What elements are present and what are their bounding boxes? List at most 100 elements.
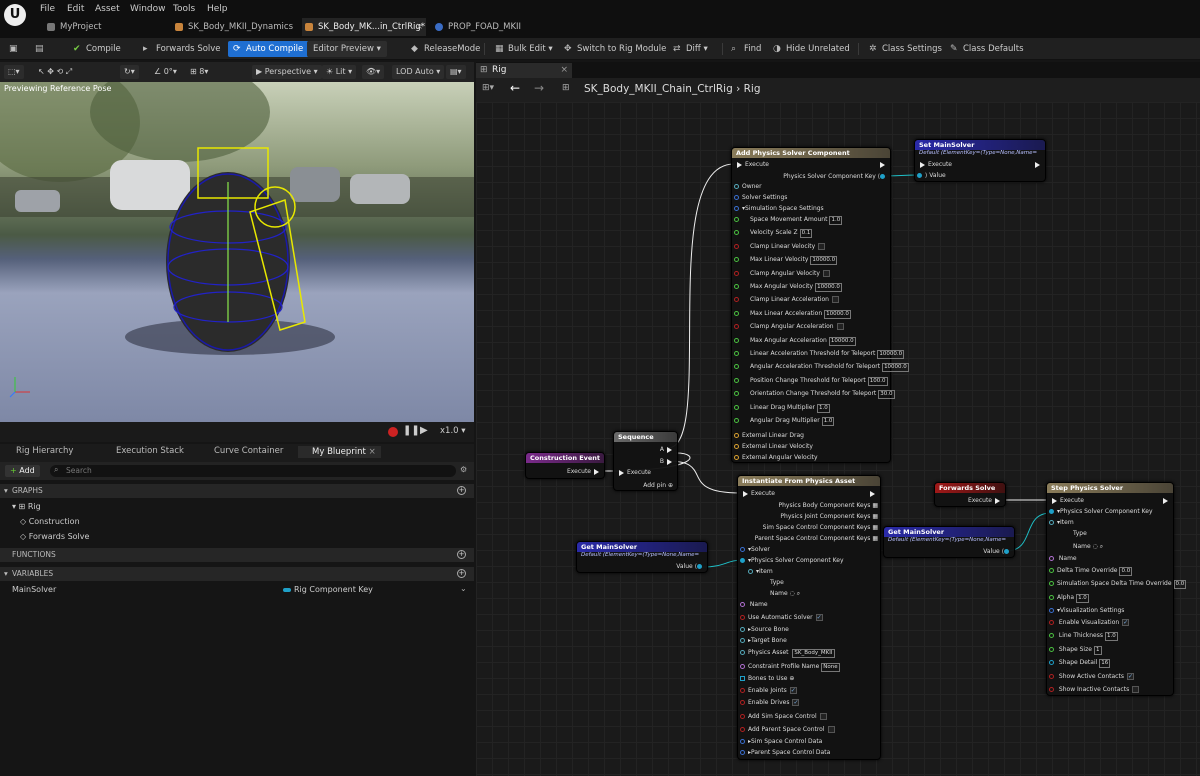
tab-prop[interactable]: PROP_FOAD_MKII (432, 18, 542, 36)
value-box[interactable]: 10000.0 (824, 309, 851, 319)
pin-alpha[interactable]: Alpha 1.0 (1049, 593, 1089, 603)
pin-sim-setting[interactable]: Orientation Change Threshold for Telepor… (734, 389, 895, 400)
checkbox-checked[interactable]: ✓ (815, 614, 823, 621)
pin-external-linear-velocity[interactable]: External Linear Velocity (734, 442, 813, 451)
pin-external-linear-drag[interactable]: External Linear Drag (734, 431, 804, 440)
value-box[interactable]: 10000.0 (815, 283, 842, 292)
pin-name-2[interactable]: Name (740, 600, 768, 609)
add-button[interactable]: + Add (5, 465, 40, 477)
value-box[interactable]: 16 (1099, 659, 1111, 668)
pin-add-parent-space-control[interactable]: Add Parent Space Control (740, 725, 835, 734)
play-icon[interactable]: ▶ (420, 425, 428, 436)
checkbox-checked[interactable]: ✓ (792, 699, 800, 706)
checkbox-unchecked[interactable] (1132, 686, 1140, 693)
add-function-icon[interactable]: + (457, 550, 466, 559)
pin-execute-out[interactable] (877, 160, 888, 169)
tab-curve-container[interactable]: Curve Container (202, 446, 283, 456)
save-button[interactable]: ▣ (8, 41, 22, 57)
tree-item-construction[interactable]: ◇ Construction (20, 517, 80, 526)
add-pin-button[interactable]: Add pin ⊕ (643, 481, 673, 490)
tab-dynamics[interactable]: SK_Body_MKII_Dynamics (172, 18, 296, 36)
pin-solver[interactable]: ▾Solver (740, 545, 770, 554)
rotation-snap[interactable]: ∠ 0°▾ (150, 65, 181, 79)
grid-snap[interactable]: ⊞ 8▾ (186, 65, 212, 79)
checkbox-unchecked[interactable] (818, 242, 826, 250)
checkbox-checked[interactable]: ✓ (789, 687, 797, 694)
class-settings-button[interactable]: ✲ Class Settings (868, 41, 942, 57)
pin-execute-in[interactable]: Execute (616, 468, 651, 477)
functions-section-header[interactable]: FUNCTIONS + (0, 548, 474, 562)
checkbox-unchecked[interactable] (819, 713, 827, 720)
pin-physics-body-keys[interactable]: Physics Body Component Keys ▦ (779, 501, 878, 510)
pause-icon[interactable]: ❚❚ (403, 425, 420, 436)
pin-sim-delta-override[interactable]: Simulation Space Delta Time Override 0.0 (1049, 579, 1187, 589)
node-get-mainsolver-2[interactable]: Get MainSolver Default (ElementKey=(Type… (883, 526, 1015, 558)
node-get-mainsolver[interactable]: Get MainSolver Default (ElementKey=(Type… (576, 541, 708, 573)
pin-sim-setting[interactable]: Velocity Scale Z 0.1 (734, 228, 813, 239)
pin-delta-time-override[interactable]: Delta Time Override 0.0 (1049, 566, 1133, 576)
pin-sim-setting[interactable]: Clamp Linear Velocity (734, 242, 826, 251)
pin-simulation-space-settings[interactable]: ▾Simulation Space Settings (734, 204, 824, 213)
pin-show-active-contacts[interactable]: Show Active Contacts ✓ (1049, 672, 1134, 681)
value-box[interactable]: 0.0 (1119, 567, 1133, 576)
pin-parent-space-keys[interactable]: Parent Space Control Component Keys ▦ (755, 534, 878, 543)
value-box[interactable]: 1.0 (817, 403, 830, 413)
close-icon[interactable]: × (416, 18, 423, 36)
checkbox-unchecked[interactable] (827, 726, 835, 733)
search-input[interactable]: ⌕ Search (50, 465, 456, 477)
pin-item[interactable]: ▾Item (1049, 518, 1074, 527)
pin-parent-space-control-data[interactable]: ▸Parent Space Control Data (740, 748, 830, 757)
pin-sim-setting[interactable]: Linear Drag Multiplier 1.0 (734, 403, 830, 413)
compile-button[interactable]: ✔ Compile (72, 41, 121, 57)
pin-add-sim-space-control[interactable]: Add Sim Space Control (740, 712, 827, 721)
find-button[interactable]: ⌕ Find (730, 41, 761, 57)
pin-bones-to-use[interactable]: Bones to Use ⊕ (740, 674, 794, 683)
pin-b[interactable]: B (660, 457, 675, 466)
pin-a[interactable]: A (660, 445, 675, 454)
pin-sim-setting[interactable]: Clamp Linear Acceleration (734, 295, 839, 304)
pin-execute-out[interactable] (1160, 496, 1171, 505)
pin-source-bone[interactable]: ▸Source Bone (740, 625, 789, 634)
tab-rig-hierarchy[interactable]: Rig Hierarchy (4, 446, 73, 456)
pin-sim-setting[interactable]: Max Angular Acceleration 10000.0 (734, 336, 856, 346)
lit-dropdown[interactable]: ☀ Lit ▾ (322, 65, 357, 79)
value-box[interactable]: 1.0 (829, 216, 843, 225)
pin-owner[interactable]: Owner (734, 182, 762, 191)
pin-sim-setting[interactable]: Angular Drag Multiplier 1.0 (734, 416, 835, 426)
close-icon[interactable]: × (369, 447, 376, 457)
node-set-mainsolver[interactable]: Set MainSolver Default (ElementKey=(Type… (914, 139, 1046, 182)
pin-execute-out[interactable] (1032, 160, 1043, 169)
close-icon[interactable]: × (560, 63, 568, 78)
breadcrumb-item[interactable]: Rig (744, 83, 761, 95)
menu-edit[interactable]: Edit (67, 4, 84, 14)
pin-enable-joints[interactable]: Enable Joints ✓ (740, 686, 797, 695)
value-box[interactable]: 0.1 (799, 229, 813, 239)
pin-execute-in[interactable]: Execute (917, 160, 952, 169)
pin-sim-space-keys[interactable]: Sim Space Control Component Keys ▦ (763, 523, 878, 532)
add-variable-icon[interactable]: + (457, 569, 466, 578)
pin-sim-setting[interactable]: Position Change Threshold for Teleport 10… (734, 376, 888, 386)
pin-visualization-settings[interactable]: ▾Visualization Settings (1049, 606, 1124, 615)
pin-execute-in[interactable]: Execute (740, 489, 775, 498)
switch-rig-module-button[interactable]: ✥ Switch to Rig Module (563, 41, 666, 57)
pin-sim-setting[interactable]: Max Linear Velocity 10000.0 (734, 255, 838, 266)
viewport[interactable]: Previewing Reference Pose (0, 82, 474, 422)
pin-shape-size[interactable]: Shape Size 1 (1049, 645, 1102, 655)
layout-button[interactable]: ▤▾ (446, 65, 466, 79)
pin-enable-drives[interactable]: Enable Drives ✓ (740, 698, 800, 707)
back-icon[interactable]: ← (510, 81, 520, 95)
checkbox-unchecked[interactable] (822, 269, 830, 277)
pin-sim-setting[interactable]: Angular Acceleration Threshold for Telep… (734, 362, 909, 373)
value-box[interactable]: 0.0 (1173, 580, 1187, 589)
pin-use-automatic-solver[interactable]: Use Automatic Solver ✓ (740, 613, 823, 622)
pin-solver-settings[interactable]: Solver Settings (734, 193, 787, 202)
pin-execute-in[interactable]: Execute (734, 160, 769, 169)
editor-preview-dropdown[interactable]: Editor Preview ▾ (307, 41, 387, 57)
checkbox-unchecked[interactable] (836, 323, 844, 331)
value-box[interactable]: 10000.0 (877, 350, 905, 359)
tab-ctrlrig[interactable]: SK_Body_MK...in_CtrlRig* × (302, 18, 426, 36)
node-construction-event[interactable]: Construction Event Execute (525, 452, 605, 479)
tab-execution-stack[interactable]: Execution Stack (104, 446, 184, 456)
value-box[interactable]: 10000.0 (810, 256, 838, 266)
pin-execute-out[interactable]: Execute (567, 467, 602, 476)
